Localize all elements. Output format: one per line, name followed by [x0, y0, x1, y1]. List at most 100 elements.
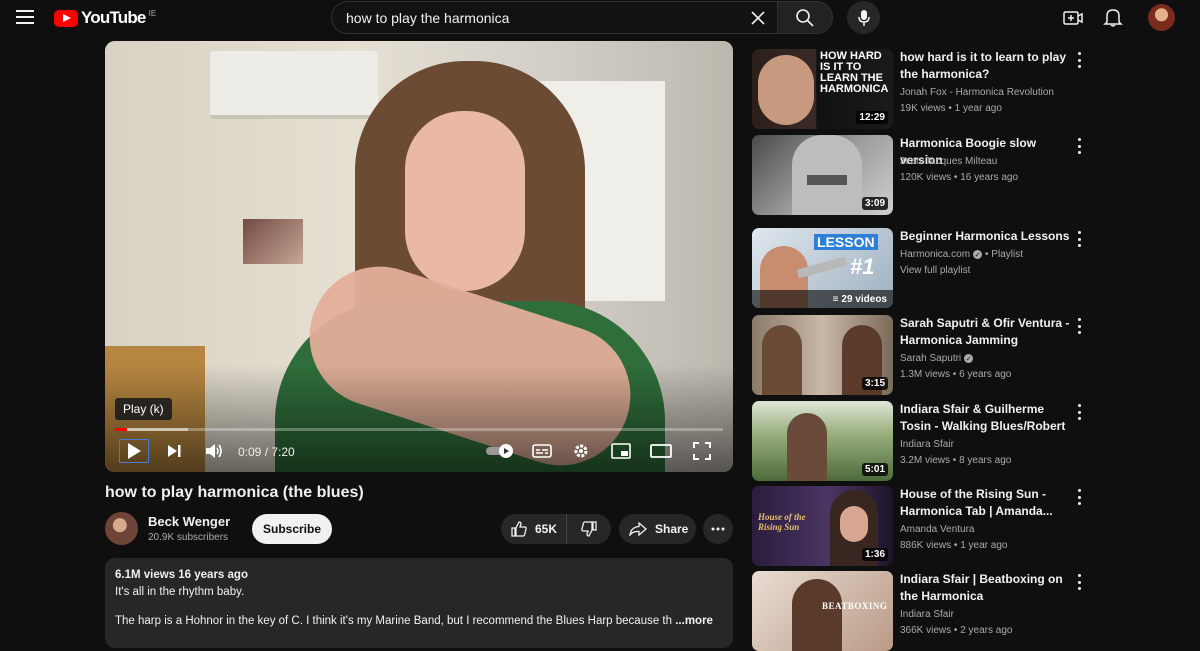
next-icon	[168, 445, 181, 457]
recommendation-channel: Harmonica.com ✓ • Playlist	[900, 249, 1023, 260]
recommendation-title[interactable]: how hard is it to learn to play the harm…	[900, 49, 1072, 83]
progress-bar[interactable]	[115, 428, 723, 431]
thumbnail[interactable]: 5:01	[752, 401, 893, 481]
recommendation-item[interactable]: 3:09 Harmonica Boogie slow version Jean-…	[752, 135, 1092, 215]
thumbnail[interactable]: BEATBOXING	[752, 571, 893, 651]
subscribe-button[interactable]: Subscribe	[252, 514, 332, 544]
autoplay-toggle[interactable]	[483, 439, 517, 463]
recommendation-title[interactable]: House of the Rising Sun - Harmonica Tab …	[900, 486, 1072, 520]
verified-icon: ✓	[973, 250, 983, 259]
menu-icon[interactable]	[16, 10, 34, 26]
fullscreen-button[interactable]	[689, 439, 715, 463]
thumbnail[interactable]: HOW HARD IS IT TO LEARN THE HARMONICA 12…	[752, 49, 893, 129]
recommendation-item[interactable]: 5:01 Indiara Sfair & Guilherme Tosin - W…	[752, 401, 1092, 481]
logo-text: YouTube	[81, 8, 146, 27]
more-options-icon[interactable]	[1076, 404, 1082, 420]
captions-button[interactable]	[529, 439, 555, 463]
bell-icon[interactable]	[1102, 6, 1124, 28]
recommendation-meta: 1.3M views • 6 years ago	[900, 369, 1012, 380]
theater-mode-button[interactable]	[648, 439, 674, 463]
duration-badge: 5:01	[861, 463, 888, 476]
play-icon	[128, 443, 141, 459]
verified-icon: ✓	[964, 354, 974, 363]
more-options-icon[interactable]	[1076, 489, 1082, 505]
share-button[interactable]: Share	[619, 514, 696, 544]
miniplayer-icon	[611, 443, 631, 459]
recommendation-meta: 120K views • 16 years ago	[900, 172, 1019, 183]
description-line: It's all in the rhythm baby.	[115, 586, 245, 598]
youtube-logo[interactable]: YouTube IE	[54, 8, 156, 28]
more-options-icon[interactable]	[1076, 574, 1082, 590]
next-button[interactable]	[161, 439, 187, 463]
recommendation-item[interactable]: House of the Rising Sun 1:36 House of th…	[752, 486, 1092, 566]
avatar[interactable]	[1148, 4, 1175, 31]
thumbnail[interactable]: LESSON #1 ≡ 29 videos	[752, 228, 893, 308]
thumbnail[interactable]: 3:15	[752, 315, 893, 395]
autoplay-icon	[486, 444, 513, 458]
thumbnail-text: LESSON	[814, 234, 878, 250]
search-button[interactable]	[777, 1, 833, 34]
captions-icon	[532, 444, 552, 458]
thumbnail[interactable]: House of the Rising Sun 1:36	[752, 486, 893, 566]
description-text: The harp is a Hohnor in the key of C. I …	[115, 615, 673, 627]
share-label: Share	[655, 522, 689, 536]
voice-search-button[interactable]	[847, 1, 880, 34]
more-actions-button[interactable]	[703, 514, 733, 544]
youtube-play-icon	[54, 9, 78, 27]
like-button[interactable]: 65K	[501, 514, 567, 544]
thumbnail[interactable]: 3:09	[752, 135, 893, 215]
fullscreen-icon	[693, 442, 711, 460]
recommendation-item[interactable]: BEATBOXING Indiara Sfair | Beatboxing on…	[752, 571, 1092, 651]
recommendation-meta[interactable]: View full playlist	[900, 265, 970, 276]
duration-badge: 1:36	[861, 548, 888, 561]
recommendation-meta: 366K views • 2 years ago	[900, 625, 1013, 636]
thumbnail-text: House of the Rising Sun	[758, 512, 806, 532]
thumbnail-text: HOW HARD IS IT TO LEARN THE HARMONICA	[820, 50, 889, 95]
more-horizontal-icon	[711, 527, 725, 531]
time-display: 0:09 / 7:20	[238, 445, 295, 459]
search-input-value: how to play the harmonica	[346, 9, 510, 26]
settings-button[interactable]	[568, 439, 594, 463]
recommendation-meta: 886K views • 1 year ago	[900, 540, 1008, 551]
more-options-icon[interactable]	[1076, 138, 1082, 154]
volume-button[interactable]	[201, 439, 227, 463]
channel-avatar[interactable]	[105, 512, 138, 545]
more-options-icon[interactable]	[1076, 231, 1082, 247]
dislike-button[interactable]	[567, 514, 611, 544]
recommendation-channel: Sarah Saputri ✓	[900, 353, 974, 364]
recommendation-channel: Indiara Sfair	[900, 439, 954, 450]
like-dislike-group: 65K	[501, 514, 611, 544]
channel-name[interactable]: Beck Wenger	[148, 514, 230, 529]
recommendation-channel: Jonah Fox - Harmonica Revolution	[900, 87, 1054, 98]
gear-icon	[574, 444, 588, 458]
recommendation-item[interactable]: 3:15 Sarah Saputri & Ofir Ventura - Harm…	[752, 315, 1092, 395]
video-title: how to play harmonica (the blues)	[105, 484, 364, 501]
more-options-icon[interactable]	[1076, 52, 1082, 68]
miniplayer-button[interactable]	[608, 439, 634, 463]
play-button[interactable]	[119, 439, 149, 463]
create-icon[interactable]	[1062, 7, 1084, 29]
recommendation-item[interactable]: HOW HARD IS IT TO LEARN THE HARMONICA 12…	[752, 49, 1092, 129]
clear-icon[interactable]	[749, 9, 767, 27]
duration-badge: 3:15	[861, 377, 888, 390]
recommendation-title[interactable]: Sarah Saputri & Ofir Ventura - Harmonica…	[900, 315, 1072, 349]
duration-badge: 3:09	[861, 197, 888, 210]
recommendation-title[interactable]: Beginner Harmonica Lessons	[900, 228, 1072, 245]
playlist-count: ≡ 29 videos	[752, 290, 893, 308]
search-input[interactable]: how to play the harmonica	[331, 1, 777, 34]
search-icon	[796, 8, 814, 27]
thumbs-down-icon	[581, 521, 597, 537]
recommendation-item[interactable]: LESSON #1 ≡ 29 videos Beginner Harmonica…	[752, 228, 1092, 308]
show-more-link[interactable]: ...more	[675, 615, 713, 627]
recommendation-title[interactable]: Indiara Sfair | Beatboxing on the Harmon…	[900, 571, 1072, 605]
playlist-icon: ≡	[832, 293, 839, 305]
share-icon	[629, 522, 647, 536]
more-options-icon[interactable]	[1076, 318, 1082, 334]
description-box[interactable]: 6.1M views 16 years ago It's all in the …	[105, 558, 733, 648]
volume-icon	[206, 444, 222, 458]
video-player[interactable]: Play (k) 0:09 / 7:20	[105, 41, 733, 472]
recommendation-title[interactable]: Indiara Sfair & Guilherme Tosin - Walkin…	[900, 401, 1072, 435]
recommendation-channel: Indiara Sfair	[900, 609, 954, 620]
duration-badge: 12:29	[856, 111, 888, 124]
recommendation-channel: Amanda Ventura	[900, 524, 975, 535]
